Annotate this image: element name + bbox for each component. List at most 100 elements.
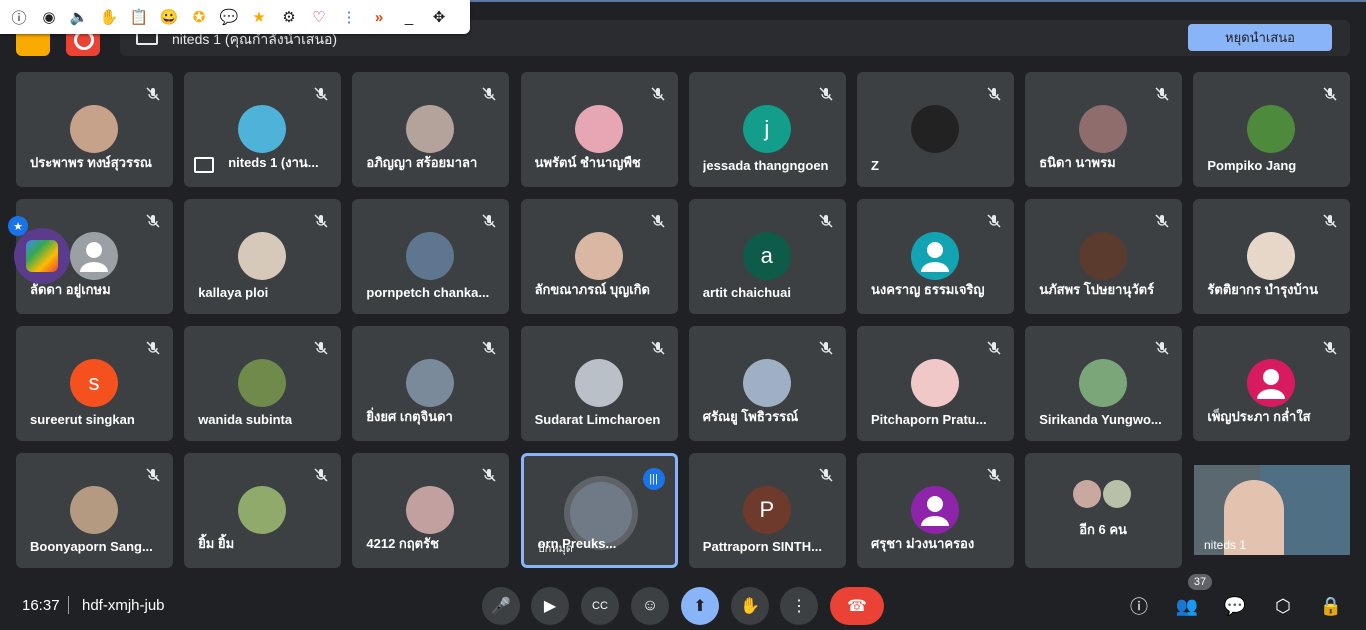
heart-icon[interactable]: ♡: [307, 5, 331, 29]
participant-tile[interactable]: a artit chaichuai: [688, 199, 846, 314]
participant-name: pornpetch chanka...: [366, 285, 490, 300]
end-call-button[interactable]: ☎: [830, 587, 884, 625]
participant-tile[interactable]: s sureerut singkan: [16, 326, 173, 441]
eye-icon[interactable]: ◉: [37, 5, 61, 29]
participant-tile[interactable]: kallaya ploi: [184, 199, 342, 314]
people-icon[interactable]: 👥: [1175, 594, 1199, 618]
participant-tile[interactable]: j jessada thangngoen: [688, 72, 846, 187]
participant-tile[interactable]: อภิญญา สร้อยมาลา: [352, 72, 510, 187]
participant-tile[interactable]: นงคราญ ธรรมเจริญ: [857, 199, 1014, 314]
pin-tooltip[interactable]: ปักหมุด: [538, 539, 573, 557]
participant-name: Boonyaporn Sang...: [30, 539, 153, 554]
participant-tile[interactable]: Sudarat Limcharoen: [520, 326, 678, 441]
host-controls-icon[interactable]: 🔒: [1319, 594, 1343, 618]
participant-tile[interactable]: อีก 6 คน: [1025, 453, 1183, 568]
mic-off-icon: [145, 467, 161, 483]
participant-tile[interactable]: นพรัตน์ ชำนาญพืช: [520, 72, 678, 187]
activities-icon[interactable]: ⬡: [1271, 594, 1295, 618]
mic-off-icon: [986, 86, 1002, 102]
avatar: [742, 359, 791, 407]
avatar: [238, 105, 287, 153]
stop-presenting-button[interactable]: หยุดนำเสนอ: [1188, 24, 1332, 51]
chat-bubble-icon[interactable]: 💬: [217, 5, 241, 29]
info-icon[interactable]: ⓘ: [7, 5, 31, 29]
avatar: [406, 232, 455, 280]
mic-button[interactable]: 🎤: [482, 587, 520, 625]
participant-tile[interactable]: Pompiko Jang: [1193, 72, 1351, 187]
participant-tile[interactable]: 4212 กฤตรัช: [352, 453, 510, 568]
participant-name: ยิ่งยศ เกตุจินดา: [366, 409, 453, 424]
mic-off-icon: [818, 340, 834, 356]
speaker-muted-icon: [313, 86, 329, 102]
avatar: [70, 486, 118, 534]
participant-tile[interactable]: รัตติยากร บำรุงบ้าน: [1193, 199, 1351, 314]
avatar: P: [742, 486, 791, 534]
floating-star-icon[interactable]: ★: [8, 216, 28, 236]
raise-hand-button[interactable]: ✋: [731, 587, 769, 625]
person-silhouette-icon: [80, 242, 108, 272]
chat-icon[interactable]: 💬: [1223, 594, 1247, 618]
extension-logo-icon: [26, 240, 58, 272]
avatar: [911, 105, 959, 153]
participant-name: Pattraporn SINTH...: [702, 539, 822, 554]
mic-off-icon: [818, 213, 834, 229]
participant-tile[interactable]: P Pattraporn SINTH...: [688, 453, 846, 568]
floating-extension-bubble[interactable]: [14, 228, 70, 284]
participant-tile[interactable]: ศรุชา ม่วงนาครอง: [857, 453, 1014, 568]
self-view-tile[interactable]: niteds 1: [1194, 465, 1350, 555]
avatar: [70, 232, 118, 280]
participant-tile[interactable]: niteds 1 (งาน...: [184, 72, 342, 187]
participant-tile[interactable]: Sirikanda Yungwo...: [1025, 326, 1183, 441]
star-icon[interactable]: ★: [247, 5, 271, 29]
mic-off-icon: [481, 213, 497, 229]
top-area: niteds 1 (คุณกำลังนำเสนอ) หยุดนำเสนอ ⓘ ◉…: [0, 0, 1366, 62]
participant-tile[interactable]: ลักขณาภรณ์ บุญเกิด: [520, 199, 678, 314]
participant-name: ประพาพร ทงษ์สุวรรณ: [30, 155, 152, 170]
mini-avatar: [1073, 480, 1102, 508]
present-button[interactable]: ⬆: [681, 587, 719, 625]
more-options-button[interactable]: ⋮: [780, 587, 818, 625]
participant-tile[interactable]: ยิ่งยศ เกตุจินดา: [352, 326, 510, 441]
double-chevron-icon[interactable]: »: [367, 5, 391, 29]
participant-tile[interactable]: ธนิดา นาพรม: [1025, 72, 1183, 187]
participant-count-badge: 37: [1188, 574, 1212, 590]
hand-icon[interactable]: ✋: [97, 5, 121, 29]
badge-icon[interactable]: ✪: [187, 5, 211, 29]
participant-tile[interactable]: pornpetch chanka...: [352, 199, 510, 314]
participant-tile[interactable]: wanida subinta: [184, 326, 342, 441]
presenting-screen-icon: [194, 157, 215, 173]
participant-name: sureerut singkan: [30, 412, 135, 427]
avatar: [238, 232, 287, 280]
camera-button[interactable]: ▶: [531, 587, 569, 625]
participant-tile[interactable]: Boonyaporn Sang...: [16, 453, 173, 568]
participant-name: ศรัณยู โพธิวรรณ์: [702, 409, 799, 424]
clipboard-icon[interactable]: 📋: [127, 5, 151, 29]
move-icon[interactable]: ✥: [427, 5, 451, 29]
reactions-button[interactable]: ☺: [631, 587, 669, 625]
emoji-icon[interactable]: 😀: [157, 5, 181, 29]
participant-name: 4212 กฤตรัช: [366, 536, 439, 551]
participant-tile[interactable]: Pitchaporn Pratu...: [857, 326, 1014, 441]
more-icon[interactable]: ⋮: [337, 5, 361, 29]
mic-off-icon: [986, 213, 1002, 229]
participant-tile[interactable]: เพ็ญประภา กล่ำใส: [1193, 326, 1351, 441]
mic-off-icon: [145, 340, 161, 356]
participant-tile[interactable]: orn Preuks... ||| ปักหมุด: [520, 453, 678, 568]
meeting-info-icon[interactable]: ⓘ: [1127, 594, 1151, 618]
captions-button[interactable]: CC: [581, 587, 619, 625]
participant-name: อีก 6 คน: [1079, 522, 1127, 537]
avatar: [1247, 359, 1296, 407]
mic-off-icon: [1154, 86, 1170, 102]
participant-tile[interactable]: Z: [857, 72, 1014, 187]
participant-tile[interactable]: ยิ้ม ยิ้ม: [184, 453, 342, 568]
minimize-icon[interactable]: _: [397, 5, 421, 29]
speaker-icon[interactable]: 🔈: [67, 5, 91, 29]
participant-tile[interactable]: ศรัณยู โพธิวรรณ์: [688, 326, 846, 441]
avatar: [911, 232, 959, 280]
gear-icon[interactable]: ⚙: [277, 5, 301, 29]
avatar: [574, 105, 623, 153]
avatar: [569, 482, 632, 544]
participant-tile[interactable]: นภัสพร โปษยานุวัตร์: [1025, 199, 1183, 314]
participant-name: ยิ้ม ยิ้ม: [198, 536, 235, 551]
participant-tile[interactable]: ประพาพร ทงษ์สุวรรณ: [16, 72, 173, 187]
